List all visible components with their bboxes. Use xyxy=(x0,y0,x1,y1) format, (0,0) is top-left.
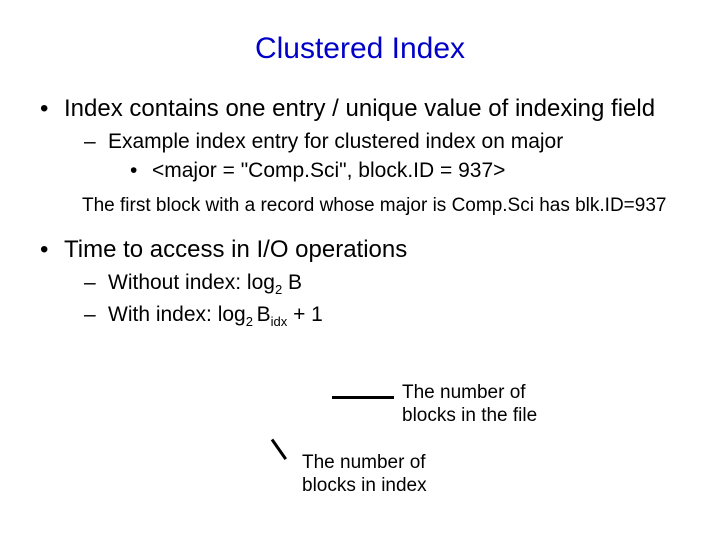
annotation-blocks-index: The number of blocks in index xyxy=(302,452,482,498)
b2-2-post: + 1 xyxy=(287,303,323,326)
b2-2-sub: 2 xyxy=(246,315,257,330)
b2-2-pre: With index: log xyxy=(108,303,246,326)
bullet-list-l1: Index contains one entry / unique value … xyxy=(36,94,690,185)
bullet-b1-1-1: <major = "Comp.Sci", block.ID = 937> xyxy=(130,157,690,184)
bullet-b2-text: Time to access in I/O operations xyxy=(64,236,407,263)
bullet-b2-1: Without index: log2 B xyxy=(84,269,690,299)
annotation-blocks-file: The number of blocks in the file xyxy=(402,382,582,428)
bullet-b1-1-1-text: <major = "Comp.Sci", block.ID = 937> xyxy=(152,159,505,182)
aside-note-1: The first block with a record whose majo… xyxy=(82,195,690,218)
b2-2-sub2: idx xyxy=(271,315,288,330)
slide: Clustered Index Index contains one entry… xyxy=(0,0,720,540)
bullet-b1-text: Index contains one entry / unique value … xyxy=(64,95,655,122)
bullet-list-l1b: Time to access in I/O operations Without… xyxy=(36,235,690,331)
bullet-b1: Index contains one entry / unique value … xyxy=(36,94,690,185)
slide-title: Clustered Index xyxy=(30,32,690,66)
bullet-b2: Time to access in I/O operations Without… xyxy=(36,235,690,331)
bullet-list-l3: <major = "Comp.Sci", block.ID = 937> xyxy=(130,157,690,184)
connector-line-1 xyxy=(332,396,394,399)
bullet-b2-2: With index: log2 Bidx + 1 xyxy=(84,301,690,331)
bullet-b1-1: Example index entry for clustered index … xyxy=(84,128,690,185)
bullet-b1-1-text: Example index entry for clustered index … xyxy=(108,130,563,153)
bullet-list-l2-a: Example index entry for clustered index … xyxy=(84,128,690,185)
b2-1-post: B xyxy=(282,271,302,294)
connector-line-2 xyxy=(271,439,287,460)
b2-1-pre: Without index: log xyxy=(108,271,275,294)
b2-2-mid: B xyxy=(257,303,271,326)
bullet-list-l2-b: Without index: log2 B With index: log2 B… xyxy=(84,269,690,331)
